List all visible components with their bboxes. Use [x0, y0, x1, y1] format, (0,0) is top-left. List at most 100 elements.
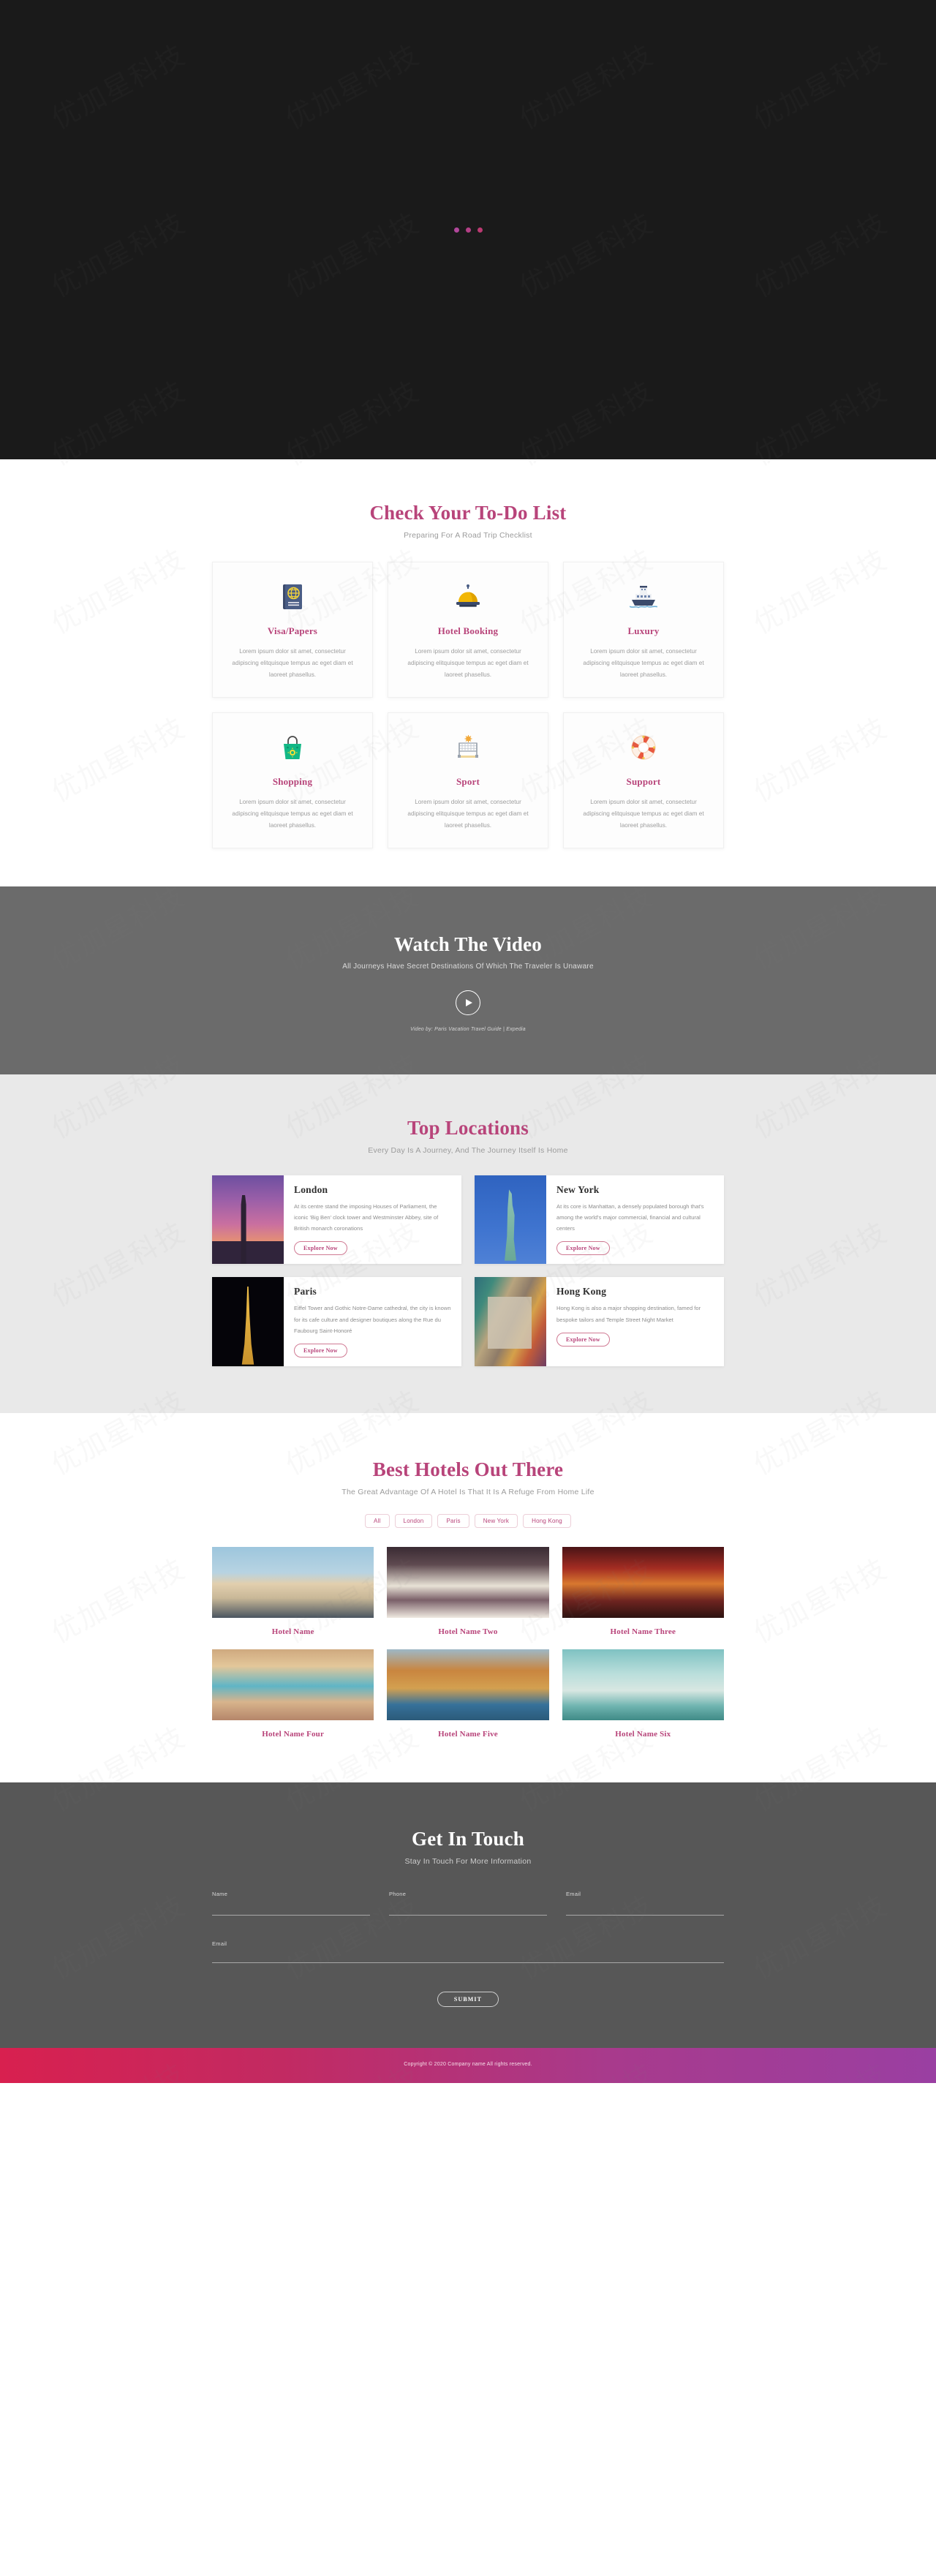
hotel-card-4[interactable]: Hotel Name Four — [212, 1649, 374, 1739]
phone-input[interactable] — [389, 1904, 547, 1916]
todo-subtitle: Preparing For A Road Trip Checklist — [404, 531, 532, 540]
message-field-group: Email — [212, 1940, 724, 1967]
name-field-group: Name — [212, 1891, 370, 1916]
hotel-image — [212, 1547, 374, 1619]
hotel-image — [562, 1649, 724, 1721]
watch-video-section: Watch The Video All Journeys Have Secret… — [0, 886, 936, 1074]
todo-card-text: Lorem ipsum dolor sit amet, consectetur … — [407, 648, 529, 678]
life-buoy-icon — [577, 731, 710, 764]
location-name: New York — [556, 1183, 600, 1195]
cruise-ship-icon — [577, 580, 710, 614]
submit-row: SUBMIT — [212, 1992, 724, 2008]
hotels-title: Best Hotels Out There — [372, 1458, 564, 1481]
location-description: At its centre stand the imposing Houses … — [294, 1202, 439, 1232]
hotel-card-5[interactable]: Hotel Name Five — [387, 1649, 549, 1739]
location-description: At its core is Manhattan, a densely popu… — [556, 1202, 704, 1232]
shopping-bag-icon — [226, 731, 359, 764]
phone-field-label: Phone — [389, 1891, 407, 1898]
location-card-hong-kong[interactable]: Hong Kong Hong Kong is also a major shop… — [475, 1277, 724, 1367]
todo-card-sport[interactable]: Sport Lorem ipsum dolor sit amet, consec… — [388, 712, 548, 848]
todo-card-title: Visa/Papers — [267, 625, 318, 636]
todo-card-title: Shopping — [272, 775, 313, 787]
location-card-paris[interactable]: Paris Eiffel Tower and Gothic Notre-Dame… — [212, 1277, 461, 1367]
explore-now-button[interactable]: Explore Now — [556, 1241, 610, 1256]
hotel-filter-hong-kong[interactable]: Hong Kong — [523, 1514, 571, 1529]
landing-page: 优加星科技优加星科技优加星科技优加星科技优加星科技优加星科技优加星科技优加星科技… — [0, 0, 936, 2083]
hotel-filter-london[interactable]: London — [394, 1514, 433, 1529]
location-name: London — [294, 1183, 328, 1195]
hotels-subtitle: The Great Advantage Of A Hotel Is That I… — [341, 1488, 595, 1497]
todo-card-text: Lorem ipsum dolor sit amet, consectetur … — [232, 648, 353, 678]
loading-dots — [453, 227, 483, 233]
locations-title: Top Locations — [407, 1116, 529, 1139]
site-footer: Copyright © 2020 Company name All rights… — [0, 2048, 936, 2083]
location-image-new-york — [475, 1175, 546, 1265]
todo-card-shopping[interactable]: Shopping Lorem ipsum dolor sit amet, con… — [212, 712, 373, 848]
passport-icon — [226, 580, 359, 614]
location-name: Paris — [294, 1286, 317, 1298]
location-image-london — [212, 1175, 284, 1265]
message-field-label: Email — [212, 1940, 227, 1948]
locations-subtitle: Every Day Is A Journey, And The Journey … — [368, 1145, 568, 1155]
hotel-filter-all[interactable]: All — [365, 1514, 390, 1529]
contact-title: Get In Touch — [412, 1828, 524, 1850]
video-credit: Video by: Paris Vacation Travel Guide | … — [410, 1026, 526, 1032]
top-locations-section: Top Locations Every Day Is A Journey, An… — [0, 1074, 936, 1414]
loading-dot-1 — [453, 227, 459, 233]
hotel-image — [387, 1547, 549, 1619]
todo-card-title: Support — [626, 775, 661, 787]
hotel-name: Hotel Name Two — [438, 1627, 498, 1637]
get-in-touch-section: Get In Touch Stay In Touch For More Info… — [0, 1782, 936, 2049]
explore-now-button[interactable]: Explore Now — [294, 1344, 347, 1358]
submit-button[interactable]: SUBMIT — [437, 1992, 499, 2008]
copyright-text: Copyright © 2020 Company name All rights… — [404, 2062, 532, 2068]
video-title: Watch The Video — [393, 933, 543, 955]
hotel-card-3[interactable]: Hotel Name Three — [562, 1547, 724, 1636]
location-card-london[interactable]: London At its centre stand the imposing … — [212, 1175, 461, 1265]
hotel-name: Hotel Name Three — [610, 1627, 676, 1637]
hotel-image — [212, 1649, 374, 1721]
contact-form: Name Phone Email Email SUBMIT — [212, 1891, 724, 2008]
page-title: Check Your To-Do List — [369, 502, 567, 524]
hotel-filter-new-york[interactable]: New York — [474, 1514, 518, 1529]
todo-card-luxury[interactable]: Luxury Lorem ipsum dolor sit amet, conse… — [563, 562, 724, 698]
hero-loading-section — [0, 0, 936, 459]
location-image-hong-kong — [475, 1277, 546, 1367]
todo-card-hotel-booking[interactable]: Hotel Booking Lorem ipsum dolor sit amet… — [388, 562, 548, 698]
hotel-card-2[interactable]: Hotel Name Two — [387, 1547, 549, 1637]
location-description: Eiffel Tower and Gothic Notre-Dame cathe… — [294, 1305, 451, 1334]
hotel-name: Hotel Name Four — [262, 1730, 325, 1739]
location-image-paris — [212, 1277, 284, 1367]
locations-grid: London At its centre stand the imposing … — [212, 1175, 724, 1367]
name-field-label: Name — [212, 1891, 228, 1898]
email-input[interactable] — [566, 1904, 724, 1916]
location-description: Hong Kong is also a major shopping desti… — [556, 1305, 701, 1323]
play-icon[interactable] — [456, 990, 480, 1015]
name-input[interactable] — [212, 1904, 370, 1916]
location-card-new-york[interactable]: New York At its core is Manhattan, a den… — [475, 1175, 724, 1265]
phone-field-group: Phone — [389, 1891, 547, 1916]
email-field-group: Email — [566, 1891, 724, 1916]
hotel-image — [387, 1649, 549, 1721]
hotel-card-6[interactable]: Hotel Name Six — [562, 1649, 724, 1739]
service-bell-icon — [401, 580, 535, 614]
todo-card-title: Luxury — [627, 625, 660, 636]
hotel-filter-paris[interactable]: Paris — [437, 1514, 469, 1529]
loading-dot-2 — [465, 227, 471, 233]
todo-card-support[interactable]: Support Lorem ipsum dolor sit amet, cons… — [563, 712, 724, 848]
best-hotels-section: Best Hotels Out There The Great Advantag… — [0, 1413, 936, 1783]
hotel-card-1[interactable]: Hotel Name — [212, 1547, 374, 1636]
todo-card-text: Lorem ipsum dolor sit amet, consectetur … — [407, 798, 529, 829]
hotel-name: Hotel Name — [271, 1627, 314, 1637]
todo-card-text: Lorem ipsum dolor sit amet, consectetur … — [583, 798, 704, 829]
loading-dot-3 — [477, 227, 483, 233]
explore-now-button[interactable]: Explore Now — [294, 1241, 347, 1256]
email-field-label: Email — [566, 1891, 581, 1898]
explore-now-button[interactable]: Explore Now — [556, 1332, 610, 1347]
hotel-image — [562, 1547, 724, 1619]
message-input[interactable] — [212, 1951, 724, 1964]
todo-card-text: Lorem ipsum dolor sit amet, consectetur … — [583, 648, 704, 678]
hotel-filter-bar: All London Paris New York Hong Kong — [212, 1514, 724, 1529]
contact-form-row-1: Name Phone Email — [212, 1891, 724, 1916]
todo-card-visa-papers[interactable]: Visa/Papers Lorem ipsum dolor sit amet, … — [212, 562, 373, 698]
